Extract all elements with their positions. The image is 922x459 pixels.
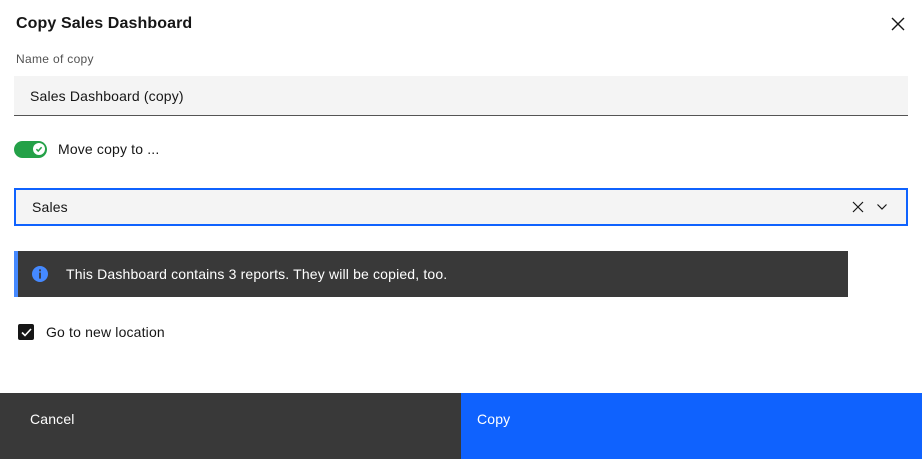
chevron-down-icon bbox=[876, 203, 888, 211]
info-icon bbox=[32, 266, 48, 282]
copy-dashboard-modal: Copy Sales Dashboard Name of copy Move c… bbox=[0, 0, 922, 459]
notification-message: This Dashboard contains 3 reports. They … bbox=[66, 266, 447, 282]
close-button[interactable] bbox=[880, 6, 916, 42]
dropdown-open-button[interactable] bbox=[870, 195, 894, 219]
info-notification: This Dashboard contains 3 reports. They … bbox=[14, 251, 848, 297]
name-of-copy-input[interactable] bbox=[14, 76, 908, 116]
goto-location-checkbox[interactable] bbox=[18, 324, 34, 340]
close-icon bbox=[891, 17, 905, 31]
goto-location-row: Go to new location bbox=[18, 324, 165, 340]
modal-title: Copy Sales Dashboard bbox=[16, 15, 192, 33]
check-icon bbox=[21, 328, 32, 337]
clear-selection-button[interactable] bbox=[846, 195, 870, 219]
move-copy-toggle-row: Move copy to ... bbox=[14, 140, 159, 158]
cancel-button[interactable]: Cancel bbox=[0, 393, 461, 459]
copy-button[interactable]: Copy bbox=[461, 393, 922, 459]
move-copy-toggle-label: Move copy to ... bbox=[58, 141, 159, 157]
check-icon bbox=[35, 145, 43, 153]
move-copy-toggle[interactable] bbox=[14, 141, 47, 158]
goto-location-label: Go to new location bbox=[46, 324, 165, 340]
toggle-knob bbox=[33, 143, 45, 155]
location-dropdown[interactable]: Sales bbox=[14, 188, 908, 226]
location-dropdown-value: Sales bbox=[32, 199, 846, 215]
clear-icon bbox=[852, 201, 864, 213]
name-of-copy-label: Name of copy bbox=[16, 52, 94, 66]
modal-footer: Cancel Copy bbox=[0, 393, 922, 459]
